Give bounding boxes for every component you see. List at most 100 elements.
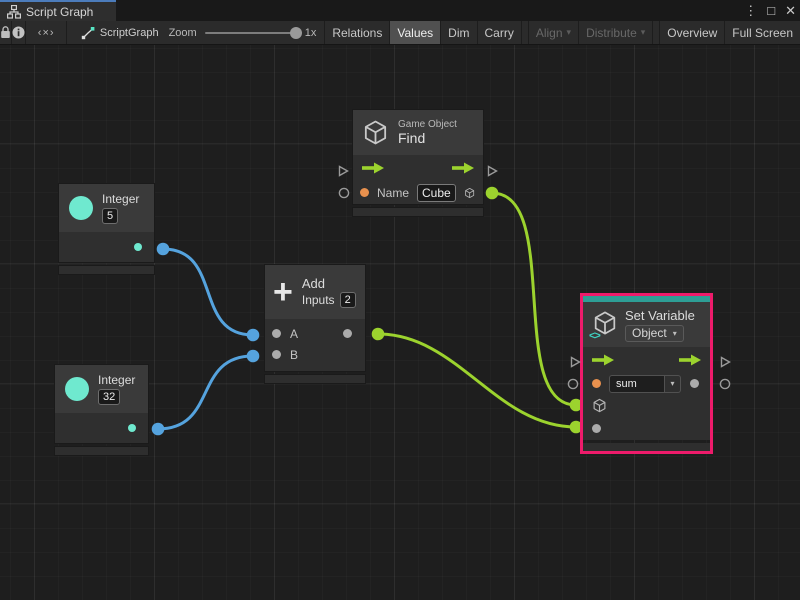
- graph-name-label: ScriptGraph: [100, 27, 159, 39]
- node-footer: [353, 208, 483, 216]
- connection-endpoint[interactable]: [247, 329, 260, 342]
- toolbar-button-label: Values: [397, 26, 433, 40]
- node-add[interactable]: + Add Inputs 2 A: [265, 265, 365, 383]
- value-output-port[interactable]: [690, 379, 699, 388]
- toolbar-button-align[interactable]: Align ▾: [528, 21, 578, 44]
- connection-wire[interactable]: [158, 356, 253, 429]
- integer-type-icon: [65, 377, 89, 401]
- sum-output-port[interactable]: [343, 329, 352, 338]
- flow-input-port-marker[interactable]: [337, 165, 349, 177]
- chevron-down-icon: ▾: [641, 27, 646, 38]
- tab-script-graph[interactable]: Script Graph: [0, 0, 116, 21]
- toolbar-button-overview[interactable]: Overview: [659, 21, 724, 44]
- toolbar-group-divider: [521, 21, 528, 44]
- input-port-a[interactable]: [272, 329, 281, 338]
- graph-canvas[interactable]: Integer 5 Integer 32: [0, 45, 800, 600]
- connection-endpoint[interactable]: [486, 187, 499, 200]
- flow-output-port-marker[interactable]: [486, 165, 498, 177]
- node-integer-32[interactable]: Integer 32: [55, 365, 148, 455]
- toolbar-button-relations[interactable]: Relations: [324, 21, 389, 44]
- string-input-port-marker[interactable]: [338, 187, 350, 199]
- name-string-port[interactable]: [360, 188, 369, 197]
- toolbar-button-values[interactable]: Values: [389, 21, 440, 44]
- game-object-input-port[interactable]: [592, 398, 607, 413]
- integer-type-icon: [69, 196, 93, 220]
- toolbar-button-label: Distribute: [586, 26, 637, 40]
- node-footer: [265, 375, 365, 383]
- zoom-value: 1x: [305, 27, 317, 39]
- input-port-b[interactable]: [272, 350, 281, 359]
- name-port-label: Name: [377, 186, 409, 200]
- game-object-output-port[interactable]: [464, 185, 475, 201]
- maximize-icon[interactable]: □: [767, 4, 775, 17]
- name-value-field[interactable]: Cube: [417, 184, 456, 202]
- inputs-label: Inputs: [302, 293, 335, 307]
- toolbar-button-carry[interactable]: Carry: [477, 21, 521, 44]
- chevron-down-icon: ▾: [673, 326, 677, 341]
- game-object-cube-icon: [362, 119, 389, 146]
- node-footer: [59, 266, 154, 274]
- node-set-variable[interactable]: <> Set Variable Object ▾: [580, 293, 713, 454]
- close-icon[interactable]: ✕: [785, 4, 796, 17]
- node-category: Game Object: [398, 119, 457, 130]
- port-a-label: A: [290, 327, 334, 341]
- connection-wire[interactable]: [492, 193, 576, 405]
- flow-input-arrow[interactable]: [362, 162, 384, 174]
- info-icon: [12, 26, 25, 39]
- tab-bar: Script Graph ⋮ □ ✕: [0, 0, 800, 21]
- integer-output-port[interactable]: [128, 424, 136, 432]
- zoom-slider[interactable]: [205, 32, 297, 34]
- node-title: Integer: [98, 373, 135, 387]
- node-title: Add: [302, 276, 356, 291]
- flow-output-port-marker[interactable]: [719, 356, 731, 368]
- inputs-count-field[interactable]: 2: [340, 292, 356, 308]
- node-title: Set Variable: [625, 308, 695, 323]
- toolbar-button-label: Overview: [667, 26, 717, 40]
- integer-value-field[interactable]: 32: [98, 389, 120, 405]
- node-footer: [583, 443, 710, 451]
- lock-button[interactable]: [0, 21, 12, 44]
- value-output-port-marker[interactable]: [719, 378, 731, 390]
- code-preview-button[interactable]: ‹×›: [26, 21, 66, 44]
- value-input-port[interactable]: [592, 424, 601, 433]
- node-title: Integer: [102, 192, 139, 206]
- add-icon: +: [273, 278, 293, 306]
- toolbar-button-dim[interactable]: Dim: [440, 21, 476, 44]
- more-options-icon[interactable]: ⋮: [744, 4, 757, 17]
- connection-endpoint[interactable]: [157, 243, 170, 256]
- toolbar-button-label: Align: [536, 26, 563, 40]
- lock-icon: [0, 26, 11, 39]
- flow-output-arrow[interactable]: [452, 162, 474, 174]
- node-game-object-find[interactable]: Game Object Find Name Cube: [353, 110, 483, 216]
- variable-name-dropdown[interactable]: sum ▾: [609, 375, 682, 393]
- tab-title: Script Graph: [26, 5, 93, 19]
- graph-hierarchy-icon: [7, 5, 21, 19]
- zoom-slider-handle[interactable]: [290, 27, 302, 39]
- variable-name-port[interactable]: [592, 379, 601, 388]
- connection-endpoint[interactable]: [247, 350, 260, 363]
- zoom-control: Zoom 1x: [169, 21, 325, 44]
- name-input-port-marker[interactable]: [567, 378, 579, 390]
- chevron-down-icon: ▾: [567, 27, 572, 38]
- connection-endpoint[interactable]: [152, 423, 165, 436]
- zoom-label: Zoom: [169, 27, 197, 39]
- flow-input-port-marker[interactable]: [569, 356, 581, 368]
- toolbar-button-distribute[interactable]: Distribute ▾: [578, 21, 652, 44]
- node-integer-5[interactable]: Integer 5: [59, 184, 154, 274]
- flow-output-arrow[interactable]: [679, 354, 701, 366]
- node-title: Find: [398, 130, 457, 146]
- connection-endpoint[interactable]: [372, 328, 385, 341]
- info-button[interactable]: [12, 21, 26, 44]
- code-angle-icon: <>: [589, 330, 600, 342]
- integer-value-field[interactable]: 5: [102, 208, 118, 224]
- code-preview-icon: ‹×›: [38, 27, 55, 39]
- connection-wire[interactable]: [163, 249, 253, 335]
- toolbar-button-full-screen[interactable]: Full Screen: [724, 21, 800, 44]
- flow-input-arrow[interactable]: [592, 354, 614, 366]
- variable-kind-dropdown[interactable]: Object ▾: [625, 325, 684, 342]
- toolbar-button-label: Carry: [485, 26, 514, 40]
- variable-name-value: sum: [609, 375, 665, 393]
- toolbar-button-label: Dim: [448, 26, 469, 40]
- integer-output-port[interactable]: [134, 243, 142, 251]
- graph-reference[interactable]: ScriptGraph: [67, 21, 169, 44]
